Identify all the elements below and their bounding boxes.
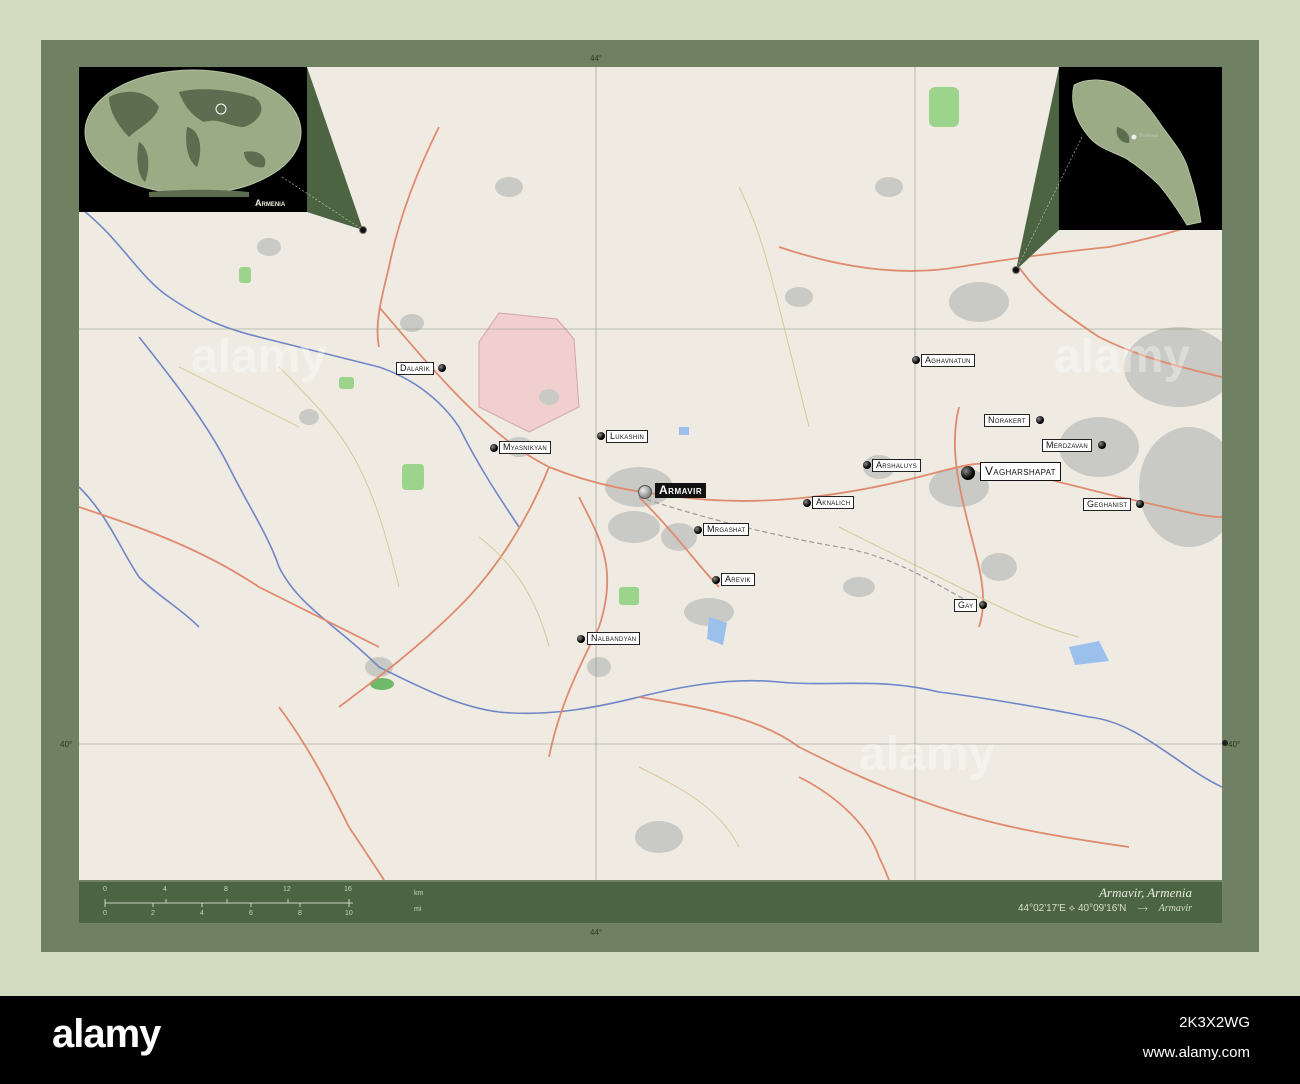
country-inset-pointer bbox=[1012, 67, 1083, 274]
place-marker-norakert[interactable] bbox=[1036, 416, 1044, 424]
footer-site[interactable]: www.alamy.com bbox=[1143, 1044, 1250, 1061]
map-coordinates: 44°02'17'E ⟡ 40°09'16'N ⟶ Armavir bbox=[1018, 903, 1192, 914]
place-label-armavir[interactable]: Armavir bbox=[655, 483, 707, 498]
scale-km-4: 4 bbox=[163, 886, 167, 893]
place-label-aknalich[interactable]: Aknalich bbox=[812, 496, 855, 509]
place-marker-myasnikyan[interactable] bbox=[490, 444, 498, 452]
watermark: alamy bbox=[1054, 330, 1191, 383]
place-marker-arshaluys[interactable] bbox=[863, 461, 871, 469]
watermark: alamy bbox=[859, 728, 996, 781]
scale-mi-4: 4 bbox=[200, 910, 204, 917]
watermark: alamy bbox=[191, 330, 328, 383]
frame-marker-left bbox=[1222, 740, 1228, 746]
longitude-label-top: 44° bbox=[590, 54, 603, 63]
arrow-target: Armavir bbox=[1158, 903, 1192, 914]
place-marker-dalarik[interactable] bbox=[438, 364, 446, 372]
street-map[interactable]: alamy alamy alamy Armenia Asia bbox=[79, 67, 1222, 880]
footer-logo[interactable]: alamy bbox=[52, 1012, 161, 1057]
place-marker-armavir[interactable] bbox=[638, 485, 652, 499]
scale-mi-unit: mi bbox=[414, 906, 422, 913]
map-legend-bar: 0 4 8 12 16 km 0 2 4 6 8 10 mi Armavir, … bbox=[79, 882, 1222, 923]
place-marker-arevik[interactable] bbox=[712, 576, 720, 584]
scale-mi-8: 8 bbox=[298, 910, 302, 917]
scale-km-8: 8 bbox=[224, 886, 228, 893]
railway bbox=[638, 496, 980, 608]
longitude-label-bottom: 44° bbox=[590, 928, 603, 937]
place-label-geghanist[interactable]: Geghanist bbox=[1083, 498, 1132, 511]
coordinates-text: 44°02'17'E ⟡ 40°09'16'N bbox=[1017, 903, 1127, 914]
place-label-merdzavan[interactable]: Merdzavan bbox=[1042, 439, 1092, 452]
scale-mi-6: 6 bbox=[249, 910, 253, 917]
latitude-label-left: 40° bbox=[60, 740, 73, 749]
scale-bar bbox=[104, 899, 353, 907]
place-label-vagharshapat[interactable]: Vagharshapat bbox=[980, 462, 1061, 481]
scale-mi-0: 0 bbox=[103, 910, 107, 917]
scale-mi-10: 10 bbox=[345, 910, 353, 917]
footer-bar: alamy 2K3X2WG www.alamy.com bbox=[0, 996, 1300, 1084]
place-label-arevik[interactable]: Arevik bbox=[721, 573, 755, 586]
place-marker-geghanist[interactable] bbox=[1136, 500, 1144, 508]
place-label-mrgashat[interactable]: Mrgashat bbox=[703, 523, 750, 536]
place-label-norakert[interactable]: Norakert bbox=[984, 414, 1030, 427]
place-label-nalbandyan[interactable]: Nalbandyan bbox=[587, 632, 641, 645]
footer-image-id: 2K3X2WG bbox=[1179, 1014, 1250, 1031]
place-marker-aknalich[interactable] bbox=[803, 499, 811, 507]
place-marker-nalbandyan[interactable] bbox=[577, 635, 585, 643]
scale-km-unit: km bbox=[414, 890, 424, 897]
place-label-myasnikyan[interactable]: Myasnikyan bbox=[499, 441, 551, 454]
place-label-gay[interactable]: Gay bbox=[954, 599, 978, 612]
place-marker-vagharshapat[interactable] bbox=[961, 466, 975, 480]
place-label-arshaluys[interactable]: Arshaluys bbox=[872, 459, 922, 472]
place-label-aghavnatun[interactable]: Aghavnatun bbox=[921, 354, 975, 367]
place-marker-aghavnatun[interactable] bbox=[912, 356, 920, 364]
map-title: Armavir, Armenia bbox=[1099, 885, 1192, 900]
arrow-icon: ⟶ bbox=[1137, 903, 1148, 914]
place-label-lukashin[interactable]: Lukashin bbox=[606, 430, 649, 443]
place-marker-lukashin[interactable] bbox=[597, 432, 605, 440]
scale-km-12: 12 bbox=[283, 886, 291, 893]
latitude-label-right: 40° bbox=[1228, 740, 1241, 749]
restricted-area bbox=[478, 312, 580, 433]
place-label-dalarik[interactable]: Dalarik bbox=[396, 362, 434, 375]
scale-mi-2: 2 bbox=[151, 910, 155, 917]
place-marker-mrgashat[interactable] bbox=[694, 526, 702, 534]
scale-km-0: 0 bbox=[103, 886, 107, 893]
scale-km-16: 16 bbox=[344, 886, 352, 893]
world-inset-pointer bbox=[281, 67, 367, 234]
place-marker-gay[interactable] bbox=[979, 601, 987, 609]
place-marker-merdzavan[interactable] bbox=[1098, 441, 1106, 449]
